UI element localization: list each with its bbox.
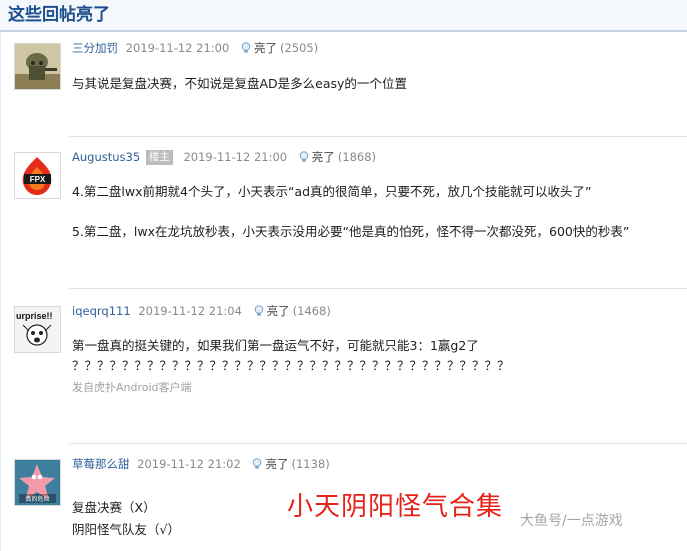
content-line: ？？？？？？？？？？？？？？？？？？？？？？？？？？？？？？？？？？？ (72, 358, 510, 373)
post-content: 复盘决赛（X） 阴阳怪气队友（√） (72, 498, 180, 540)
avatar-surprise-comic-icon: urprise!! (15, 307, 60, 352)
post-meta: iqeqrq111 2019-11-12 21:04 亮了 (1468) (72, 302, 331, 320)
like-label: 亮了 (266, 304, 290, 318)
section-title: 这些回帖亮了 (8, 5, 110, 25)
post-meta: Augustus35 楼主 2019-11-12 21:00 亮了 (1868) (72, 148, 376, 166)
like-count: (1138) (291, 457, 330, 471)
op-badge: 楼主 (145, 150, 173, 165)
avatar-soldier-icon (15, 44, 60, 89)
like-label: 亮了 (253, 41, 277, 55)
like-label: 亮了 (311, 150, 335, 164)
avatar[interactable]: urprise!! (14, 306, 61, 353)
content-line: 复盘决赛（X） (72, 500, 156, 515)
lightbulb-icon (241, 42, 251, 53)
avatar[interactable]: FPX (14, 152, 61, 199)
like-count: (1468) (292, 304, 331, 318)
post-time: 2019-11-12 21:00 (125, 41, 230, 55)
like-button[interactable]: 亮了 (2505) (241, 39, 318, 57)
username-link[interactable]: 草莓那么甜 (72, 457, 130, 471)
content-line: 4.第二盘lwx前期就4个头了，小天表示“ad真的很简单，只要不死，放几个技能就… (72, 184, 592, 199)
post-time: 2019-11-12 21:04 (138, 304, 242, 318)
avatar[interactable]: 真的危险 (14, 459, 61, 506)
avatar-comic-text: urprise!! (16, 311, 53, 321)
content-line: 与其说是复盘决赛，不如说是复盘AD是多么easy的一个位置 (72, 76, 407, 91)
like-button[interactable]: 亮了 (1868) (299, 148, 376, 166)
avatar-fpx-logo-icon: FPX (15, 153, 60, 198)
username-link[interactable]: 三分加罚 (72, 41, 118, 55)
section-header: 这些回帖亮了 (0, 0, 687, 32)
left-divider (0, 32, 1, 551)
avatar-caption: 真的危险 (25, 495, 49, 503)
post-meta: 草莓那么甜 2019-11-12 21:02 亮了 (1138) (72, 455, 330, 473)
like-count: (2505) (279, 41, 319, 55)
content-line: 阴阳怪气队友（√） (72, 522, 180, 537)
content-line: 第一盘真的挺关键的，如果我们第一盘运气不好，可能就只能3：1赢g2了 (72, 338, 479, 353)
like-button[interactable]: 亮了 (1138) (252, 455, 330, 473)
lightbulb-icon (299, 151, 309, 162)
post-content: 4.第二盘lwx前期就4个头了，小天表示“ad真的很简单，只要不死，放几个技能就… (72, 182, 629, 242)
post-meta: 三分加罚 2019-11-12 21:00 亮了 (2505) (72, 39, 318, 57)
post-time: 2019-11-12 21:00 (183, 150, 288, 164)
username-link[interactable]: Augustus35 (72, 150, 140, 164)
divider (69, 288, 687, 289)
username-link[interactable]: iqeqrq111 (72, 304, 131, 318)
post-source: 发自虎扑Android客户端 (72, 381, 192, 394)
divider (69, 136, 687, 137)
watermark: 大鱼号/一点游戏 (520, 513, 623, 529)
content-line: 5.第二盘，lwx在龙坑放秒表，小天表示没用必要“他是真的怕死，怪不得一次都没死… (72, 224, 630, 239)
avatar[interactable] (14, 43, 61, 90)
post-time: 2019-11-12 21:02 (137, 457, 241, 471)
post-content: 与其说是复盘决赛，不如说是复盘AD是多么easy的一个位置 (72, 74, 407, 94)
overlay-caption: 小天阴阳怪气合集 (287, 492, 504, 522)
like-label: 亮了 (265, 457, 289, 471)
like-count: (1868) (337, 150, 377, 164)
post-content: 第一盘真的挺关键的，如果我们第一盘运气不好，可能就只能3：1赢g2了 ？？？？？… (72, 336, 510, 398)
like-button[interactable]: 亮了 (1468) (254, 302, 331, 320)
lightbulb-icon (253, 458, 262, 469)
divider (69, 443, 687, 444)
lightbulb-icon (254, 305, 263, 316)
avatar-starfish-icon: 真的危险 (15, 460, 60, 505)
avatar-logo-text: FPX (30, 175, 46, 184)
